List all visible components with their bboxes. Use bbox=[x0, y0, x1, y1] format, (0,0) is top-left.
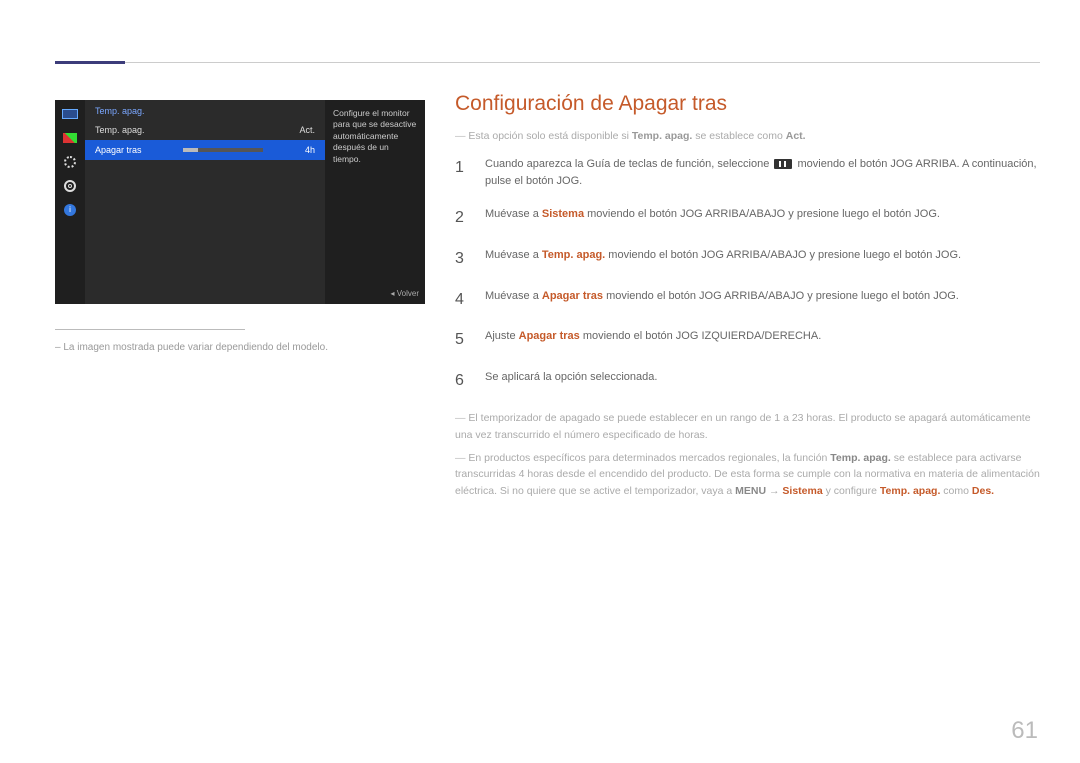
picture-icon bbox=[62, 132, 78, 144]
osd-row-label: Temp. apag. bbox=[95, 125, 145, 135]
step-text: Cuando aparezca la Guía de teclas de fun… bbox=[485, 156, 1040, 190]
step-text: Muévase a Apagar tras moviendo el botón … bbox=[485, 288, 959, 313]
step-2: 2 Muévase a Sistema moviendo el botón JO… bbox=[455, 206, 1040, 231]
step-6: 6 Se aplicará la opción seleccionada. bbox=[455, 369, 1040, 394]
step-3: 3 Muévase a Temp. apag. moviendo el botó… bbox=[455, 247, 1040, 272]
step-number: 2 bbox=[455, 206, 471, 231]
step-number: 3 bbox=[455, 247, 471, 272]
osd-sidebar: i bbox=[55, 100, 85, 304]
footnote-rule bbox=[55, 329, 245, 330]
availability-note: Esta opción solo está disponible si Temp… bbox=[455, 130, 1040, 142]
osd-row-temp-apag: Temp. apag. Act. bbox=[85, 120, 325, 140]
step-text: Muévase a Sistema moviendo el botón JOG … bbox=[485, 206, 940, 231]
page-number: 61 bbox=[1011, 717, 1038, 745]
osd-row-apagar-tras: Apagar tras 4h bbox=[85, 140, 325, 160]
step-number: 4 bbox=[455, 288, 471, 313]
osd-row-value: 4h bbox=[305, 145, 315, 155]
osd-row-label: Apagar tras bbox=[95, 145, 142, 155]
step-text: Se aplicará la opción seleccionada. bbox=[485, 369, 657, 394]
step-text: Muévase a Temp. apag. moviendo el botón … bbox=[485, 247, 961, 272]
step-number: 6 bbox=[455, 369, 471, 394]
section-heading: Configuración de Apagar tras bbox=[455, 92, 1040, 116]
osd-screenshot: i Temp. apag. Temp. apag. Act. Apagar tr… bbox=[55, 100, 425, 304]
step-number: 1 bbox=[455, 156, 471, 190]
settings-icon bbox=[62, 156, 78, 168]
system-icon bbox=[62, 180, 78, 192]
osd-slider bbox=[183, 148, 263, 152]
osd-description-text: Configure el monitor para que se desacti… bbox=[333, 108, 416, 164]
step-1: 1 Cuando aparezca la Guía de teclas de f… bbox=[455, 156, 1040, 190]
step-number: 5 bbox=[455, 328, 471, 353]
page-content: i Temp. apag. Temp. apag. Act. Apagar tr… bbox=[55, 60, 1040, 763]
osd-row-value: Act. bbox=[299, 125, 315, 135]
step-text: Ajuste Apagar tras moviendo el botón JOG… bbox=[485, 328, 821, 353]
info-icon: i bbox=[62, 204, 78, 216]
regional-note: En productos específicos para determinad… bbox=[455, 450, 1040, 500]
step-4: 4 Muévase a Apagar tras moviendo el botó… bbox=[455, 288, 1040, 313]
menu-icon bbox=[774, 159, 792, 169]
osd-section-title: Temp. apag. bbox=[85, 100, 325, 120]
osd-back-label: ◂ Volver bbox=[391, 289, 419, 300]
image-footnote: La imagen mostrada puede variar dependie… bbox=[55, 342, 425, 353]
step-5: 5 Ajuste Apagar tras moviendo el botón J… bbox=[455, 328, 1040, 353]
osd-description-panel: Configure el monitor para que se desacti… bbox=[325, 100, 425, 304]
screen-icon bbox=[62, 108, 78, 120]
range-note: El temporizador de apagado se puede esta… bbox=[455, 410, 1040, 444]
